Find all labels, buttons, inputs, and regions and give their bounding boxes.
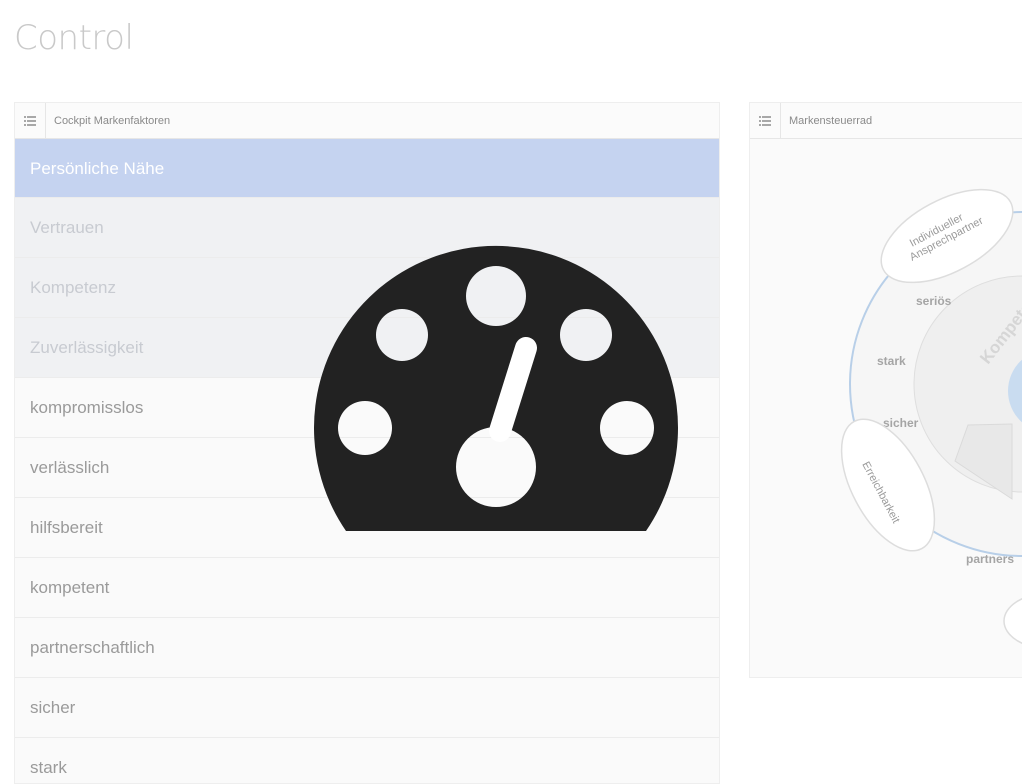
list-item-attribute[interactable]: kompetent (15, 558, 719, 618)
list-item-attribute[interactable]: sicher (15, 678, 719, 738)
list-item-attribute[interactable]: partnerschaftlich (15, 618, 719, 678)
wheel-word: sicher (883, 416, 919, 430)
list-icon (15, 103, 46, 139)
list-icon (750, 103, 781, 139)
steering-wheel-panel-header: Markensteuerrad (750, 103, 1022, 139)
list-item-attribute[interactable]: stark (15, 738, 719, 783)
cockpit-panel-title: Cockpit Markenfaktoren (54, 114, 171, 127)
page-title: Control (14, 18, 134, 58)
brand-steering-wheel[interactable]: Kompete seriös stark sicher partners Ind… (750, 139, 1022, 677)
wheel-word: seriös (916, 294, 952, 308)
wheel-word: stark (877, 354, 906, 368)
cockpit-panel-header: Cockpit Markenfaktoren (15, 103, 719, 139)
bubble-partial[interactable] (1003, 593, 1022, 649)
dashboard-gauge-icon (314, 245, 678, 531)
list-item-active[interactable]: Persönliche Nähe (15, 139, 719, 198)
steering-wheel-panel-title: Markensteuerrad (789, 114, 873, 127)
steering-wheel-panel: Markensteuerrad Kompete seriös stark sic… (749, 102, 1022, 678)
wheel-word: partners (966, 552, 1014, 566)
